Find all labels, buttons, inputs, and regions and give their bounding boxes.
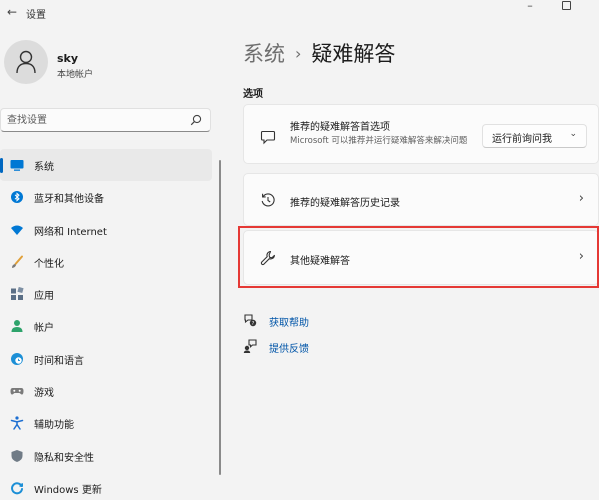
card-title: 推荐的疑难解答历史记录: [290, 198, 400, 209]
svg-text:?: ?: [252, 321, 255, 327]
minimize-button[interactable]: –: [515, 0, 545, 14]
search-box[interactable]: [0, 108, 211, 132]
card-description: Microsoft 可以推荐并运行疑难解答来解决问题: [290, 136, 468, 146]
dropdown-value: 运行前询问我: [492, 134, 552, 145]
wifi-icon: [11, 225, 23, 235]
shield-icon: [11, 449, 23, 462]
sidebar-item-label: 帐户: [34, 323, 54, 335]
back-arrow-icon[interactable]: ←: [3, 3, 21, 21]
user-name: sky: [57, 52, 79, 65]
brush-icon: [12, 255, 23, 268]
sidebar-item-accessibility[interactable]: 辅助功能: [0, 407, 212, 439]
sidebar-item-apps[interactable]: 应用: [0, 278, 212, 310]
sidebar-scrollbar[interactable]: [219, 160, 221, 475]
breadcrumb-parent[interactable]: 系统: [243, 42, 285, 66]
history-icon: [261, 193, 275, 207]
sidebar-item-label: 时间和语言: [34, 355, 84, 367]
wrench-icon: [260, 250, 275, 266]
get-help-link[interactable]: ? 获取帮助: [243, 312, 443, 338]
breadcrumb: 系统 › 疑难解答: [243, 38, 395, 68]
help-icon: ?: [244, 314, 257, 327]
chevron-down-icon: ⌄: [569, 129, 577, 139]
search-input[interactable]: [7, 112, 177, 128]
link-label: 获取帮助: [269, 318, 309, 329]
search-icon: [190, 114, 202, 126]
account-type: 本地帐户: [57, 70, 94, 80]
give-feedback-link[interactable]: 提供反馈: [243, 338, 443, 364]
sidebar-item-label: 蓝牙和其他设备: [34, 194, 104, 206]
maximize-icon: [561, 1, 571, 10]
section-label: 选项: [243, 89, 263, 100]
page-title: 疑难解答: [311, 42, 396, 66]
sidebar-item-label: 辅助功能: [34, 420, 74, 432]
other-troubleshooters-card[interactable]: 其他疑难解答 ›: [243, 230, 599, 285]
update-icon: [11, 482, 23, 495]
bluetooth-icon: [11, 191, 23, 204]
feedback-icon: [243, 339, 257, 353]
chevron-right-icon: ›: [295, 44, 302, 63]
sidebar-item-label: 系统: [34, 162, 54, 173]
sidebar-item-label: 个性化: [34, 258, 64, 270]
sidebar-item-label: 网络和 Internet: [34, 226, 107, 238]
person-icon: [16, 50, 36, 74]
monitor-icon: [10, 160, 24, 171]
person-icon: [11, 320, 23, 333]
link-label: 提供反馈: [269, 344, 309, 355]
globe-clock-icon: [11, 352, 23, 365]
maximize-button[interactable]: [551, 0, 581, 14]
window-title: 设置: [26, 10, 46, 21]
chat-bubble-icon: [260, 130, 276, 145]
title-bar: ← 设置 –: [0, 0, 599, 26]
sidebar-item-label: 游戏: [34, 388, 54, 400]
active-indicator: [0, 158, 3, 173]
help-links: ? 获取帮助 提供反馈: [243, 312, 443, 364]
sidebar-item-personalization[interactable]: 个性化: [0, 246, 212, 278]
sidebar-nav: 系统 蓝牙和其他设备 网络和 Internet 个性化 应用 帐户 时间和语言 …: [0, 149, 213, 500]
card-title: 推荐的疑难解答首选项: [290, 122, 390, 133]
recommended-troubleshooter-preferences-card: 推荐的疑难解答首选项 Microsoft 可以推荐并运行疑难解答来解决问题 运行…: [243, 104, 599, 164]
sidebar-item-system[interactable]: 系统: [0, 149, 212, 182]
sidebar-item-bluetooth[interactable]: 蓝牙和其他设备: [0, 181, 212, 213]
sidebar-item-network[interactable]: 网络和 Internet: [0, 214, 212, 246]
troubleshooter-history-card[interactable]: 推荐的疑难解答历史记录 ›: [243, 173, 599, 226]
sidebar-item-gaming[interactable]: 游戏: [0, 375, 212, 407]
chevron-right-icon: ›: [578, 191, 584, 206]
sidebar-item-accounts[interactable]: 帐户: [0, 310, 212, 342]
sidebar-item-label: Windows 更新: [34, 484, 102, 496]
chevron-right-icon: ›: [578, 249, 584, 264]
card-title: 其他疑难解答: [290, 256, 350, 267]
sidebar-item-windows-update[interactable]: Windows 更新: [0, 472, 212, 500]
sidebar-item-time-language[interactable]: 时间和语言: [0, 343, 212, 375]
troubleshooter-preference-dropdown[interactable]: 运行前询问我 ⌄: [482, 124, 587, 148]
accessibility-icon: [10, 416, 24, 431]
sidebar-item-label: 应用: [34, 291, 54, 303]
sidebar-item-label: 隐私和安全性: [34, 452, 94, 464]
gamepad-icon: [10, 388, 24, 395]
apps-icon: [11, 287, 24, 301]
avatar[interactable]: [4, 40, 48, 84]
sidebar-item-privacy[interactable]: 隐私和安全性: [0, 440, 212, 472]
